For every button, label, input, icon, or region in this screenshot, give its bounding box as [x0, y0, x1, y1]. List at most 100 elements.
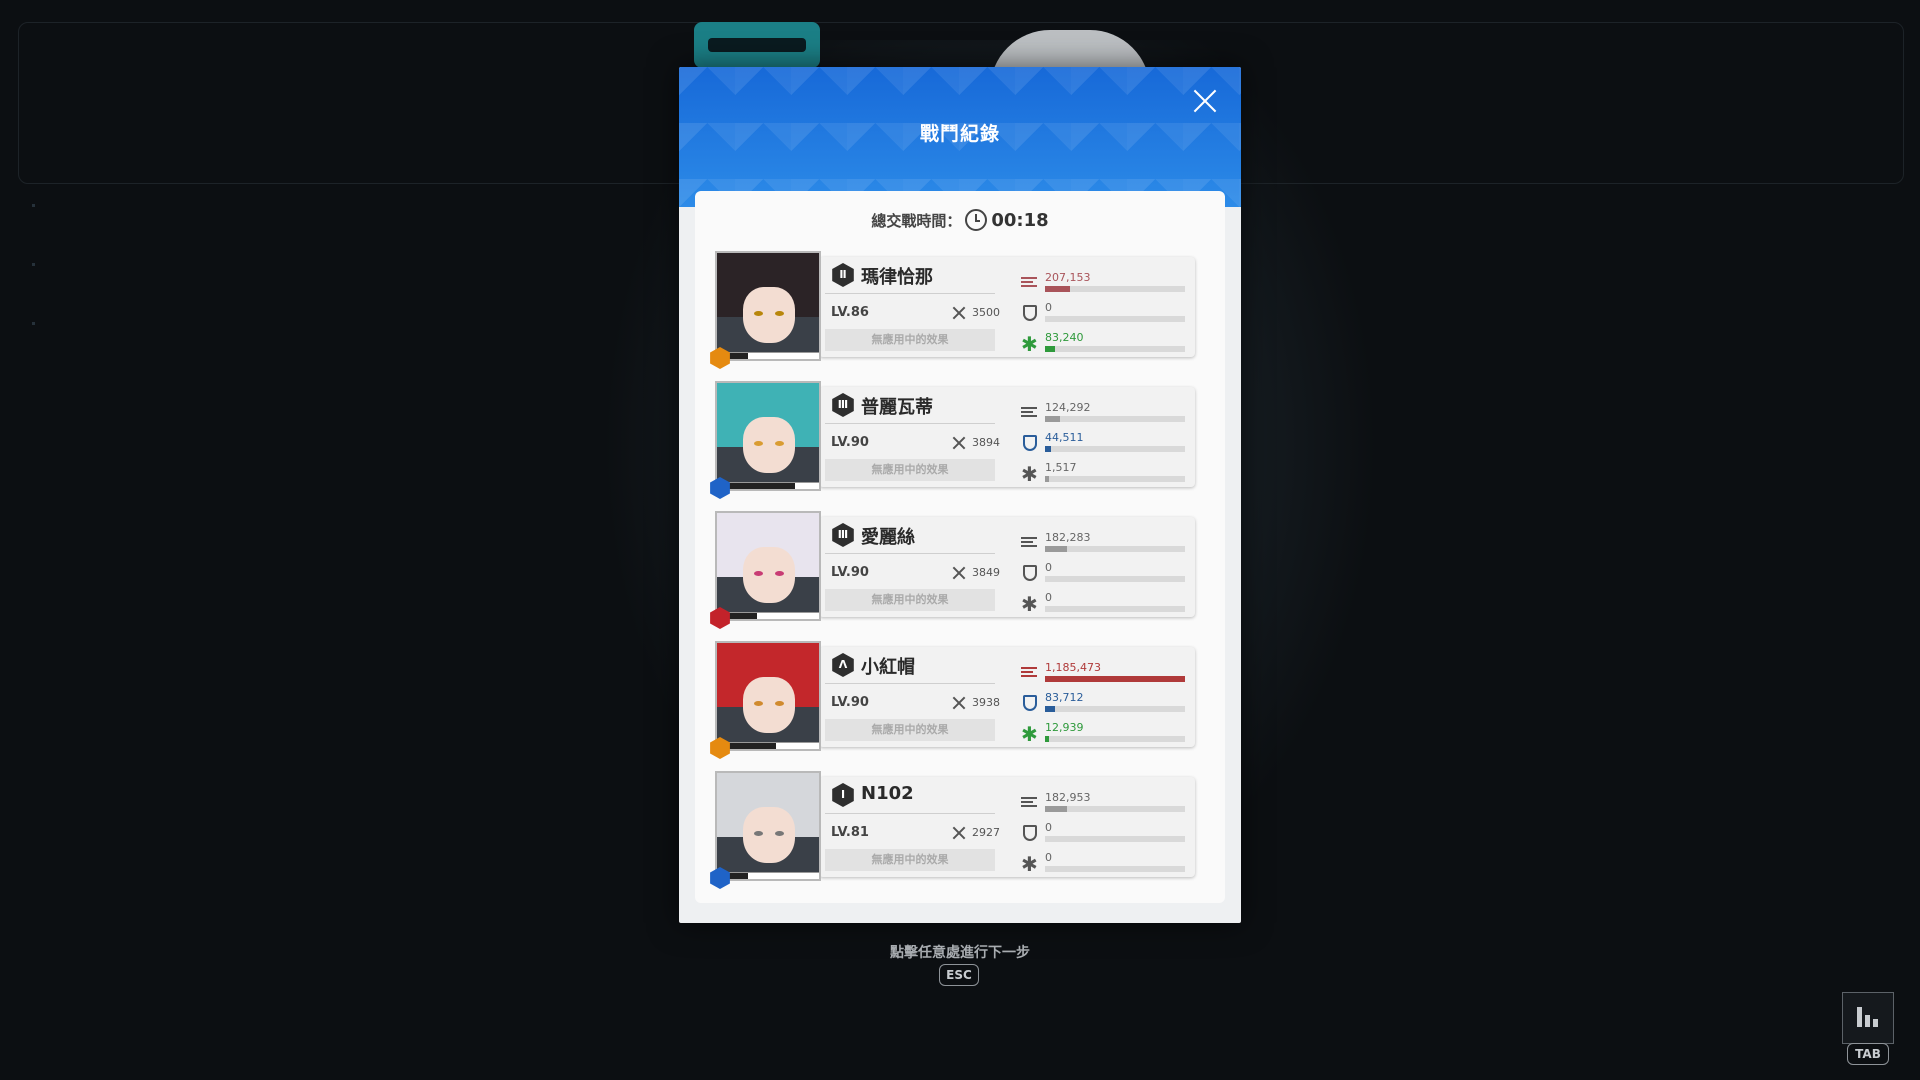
character-name: 小紅帽	[861, 657, 915, 678]
character-portrait	[715, 381, 821, 491]
combat-power: 3894	[972, 436, 1000, 449]
stat-value: 1,517	[1045, 461, 1077, 474]
stat-value: 182,953	[1045, 791, 1091, 804]
stat-bar	[1045, 316, 1185, 322]
character-record-row: Ⅲ 普麗瓦蒂 LV.90 3894 無應用中的效果 124,292 44,511…	[710, 381, 1205, 499]
character-level: LV.90	[831, 565, 869, 580]
background-dots	[32, 204, 38, 325]
damage-icon	[1021, 797, 1039, 811]
heal-icon: ✱	[1021, 462, 1038, 486]
crossed-swords-icon	[951, 305, 967, 321]
statistics-button[interactable]	[1842, 992, 1894, 1044]
stat-value: 12,939	[1045, 721, 1084, 734]
shield-icon	[1023, 435, 1037, 451]
stat-damage: 1,185,473	[1021, 661, 1191, 687]
continue-hint[interactable]: 點擊任意處進行下一步	[0, 942, 1920, 962]
heal-icon: ✱	[1021, 592, 1038, 616]
stat-damage: 182,283	[1021, 531, 1191, 557]
character-name: 瑪律恰那	[861, 267, 933, 288]
crossed-swords-icon	[951, 435, 967, 451]
effect-status: 無應用中的效果	[825, 459, 995, 481]
damage-icon	[1021, 407, 1039, 421]
stat-bar	[1045, 476, 1185, 482]
modal-title: 戰鬥紀錄	[919, 123, 1000, 145]
character-portrait	[715, 251, 821, 361]
character-record-row: Λ 小紅帽 LV.90 3938 無應用中的效果 1,185,473 83,71…	[710, 641, 1205, 759]
character-portrait	[715, 641, 821, 751]
heal-icon: ✱	[1021, 722, 1038, 746]
stat-value: 0	[1045, 561, 1052, 574]
stat-value: 0	[1045, 821, 1052, 834]
stat-damage: 207,153	[1021, 271, 1191, 297]
stat-shield: 44,511	[1021, 431, 1191, 457]
total-time-label: 總交戰時間：	[871, 212, 962, 230]
stat-shield: 0	[1021, 821, 1191, 847]
character-record-row: Ⅱ 瑪律恰那 LV.86 3500 無應用中的效果 207,153 0 ✱ 83…	[710, 251, 1205, 369]
stat-value: 83,240	[1045, 331, 1084, 344]
stat-value: 44,511	[1045, 431, 1084, 444]
crossed-swords-icon	[951, 825, 967, 841]
character-level: LV.90	[831, 435, 869, 450]
battle-record-modal: 戰鬥紀錄 總交戰時間： 00:18 Ⅱ 瑪律恰那 LV.86 3500 無應用中的…	[679, 67, 1241, 923]
effect-status: 無應用中的效果	[825, 719, 995, 741]
combat-power: 3849	[972, 566, 1000, 579]
esc-key-button[interactable]: ESC	[939, 964, 979, 986]
stat-shield: 0	[1021, 301, 1191, 327]
shield-icon	[1023, 305, 1037, 321]
stat-shield: 0	[1021, 561, 1191, 587]
heal-icon: ✱	[1021, 332, 1038, 356]
stat-bar	[1045, 806, 1185, 812]
combat-power: 3500	[972, 306, 1000, 319]
stat-bar	[1045, 346, 1185, 352]
bar-chart-icon	[1857, 1007, 1881, 1027]
tab-key-button[interactable]: TAB	[1847, 1043, 1889, 1065]
total-battle-time: 總交戰時間： 00:18	[695, 209, 1225, 231]
stat-bar	[1045, 736, 1185, 742]
stat-heal: ✱ 0	[1021, 591, 1191, 617]
divider	[825, 683, 995, 684]
divider	[825, 813, 995, 814]
shield-icon	[1023, 695, 1037, 711]
character-level: LV.90	[831, 695, 869, 710]
stat-bar	[1045, 836, 1185, 842]
stat-heal: ✱ 83,240	[1021, 331, 1191, 357]
damage-icon	[1021, 667, 1039, 681]
clock-icon	[965, 209, 988, 231]
hp-bar	[729, 742, 819, 749]
character-level: LV.86	[831, 305, 869, 320]
stat-heal: ✱ 0	[1021, 851, 1191, 877]
stat-value: 124,292	[1045, 401, 1091, 414]
stat-bar	[1045, 706, 1185, 712]
close-icon[interactable]	[1189, 85, 1221, 117]
records-panel: 總交戰時間： 00:18 Ⅱ 瑪律恰那 LV.86 3500 無應用中的效果 20…	[695, 191, 1225, 903]
stat-bar	[1045, 546, 1185, 552]
stat-value: 207,153	[1045, 271, 1091, 284]
effect-status: 無應用中的效果	[825, 589, 995, 611]
stat-value: 83,712	[1045, 691, 1084, 704]
stat-bar	[1045, 606, 1185, 612]
character-name: 愛麗絲	[861, 527, 915, 548]
stat-shield: 83,712	[1021, 691, 1191, 717]
damage-icon	[1021, 277, 1039, 291]
combat-power: 3938	[972, 696, 1000, 709]
hp-bar	[729, 612, 819, 619]
stat-value: 0	[1045, 301, 1052, 314]
character-record-row: Ⅲ 愛麗絲 LV.90 3849 無應用中的效果 182,283 0 ✱ 0	[710, 511, 1205, 629]
stat-damage: 182,953	[1021, 791, 1191, 817]
stat-bar	[1045, 446, 1185, 452]
hp-bar	[729, 872, 819, 879]
divider	[825, 553, 995, 554]
character-name: 普麗瓦蒂	[861, 397, 933, 418]
shield-icon	[1023, 825, 1037, 841]
character-name: N102	[861, 783, 914, 804]
character-level: LV.81	[831, 825, 869, 840]
crossed-swords-icon	[951, 695, 967, 711]
combat-power: 2927	[972, 826, 1000, 839]
stat-heal: ✱ 1,517	[1021, 461, 1191, 487]
stat-value: 0	[1045, 851, 1052, 864]
stat-value: 182,283	[1045, 531, 1091, 544]
divider	[825, 293, 995, 294]
damage-icon	[1021, 537, 1039, 551]
stat-value: 1,185,473	[1045, 661, 1101, 674]
stat-bar	[1045, 866, 1185, 872]
